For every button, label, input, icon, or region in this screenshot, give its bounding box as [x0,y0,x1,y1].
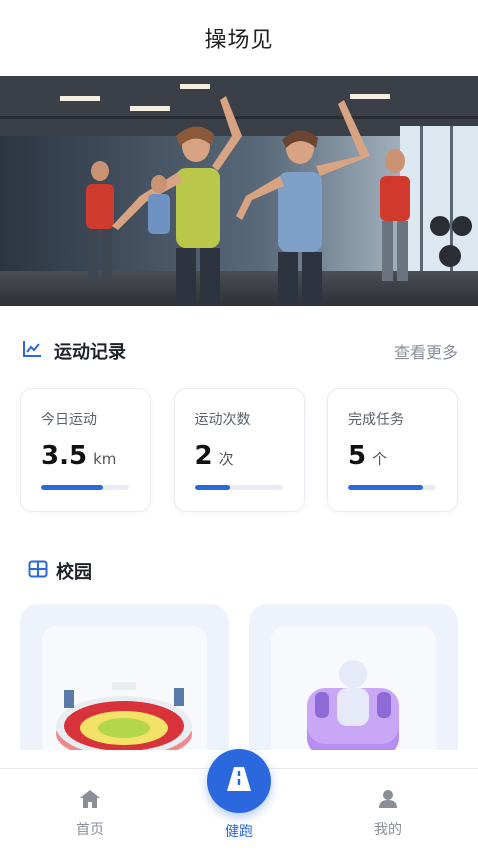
fitness-class-illustration [0,76,478,306]
record-value: 5 [348,441,367,471]
record-unit: 个 [372,450,388,468]
home-icon [79,790,101,813]
grid-icon [28,560,48,582]
records-cards: 今日运动 3.5 km 运动次数 2 次 完成任务 5 个 [20,388,458,512]
fitness-figure-icon [307,660,399,750]
stadium-icon [56,682,192,750]
tab-run[interactable] [207,749,271,813]
record-card-tasks-done[interactable]: 完成任务 5 个 [327,388,458,512]
banner-image[interactable] [0,76,478,306]
tab-run-label: 健跑 [225,824,253,840]
record-card-exercise-count[interactable]: 运动次数 2 次 [173,388,305,512]
tab-profile-label: 我的 [374,822,402,838]
record-progress-bar [348,485,436,490]
tab-home-label: 首页 [76,822,104,838]
tab-profile[interactable]: 我的 [348,789,428,839]
record-label: 今日运动 [41,412,97,428]
app-header: 操场见 [0,0,478,76]
record-card-today-distance[interactable]: 今日运动 3.5 km [20,388,151,512]
records-section-header: 运动记录 查看更多 [22,338,458,364]
road-icon [225,766,253,796]
tab-run-label-wrap[interactable]: 健跑 [199,821,279,841]
record-label: 完成任务 [348,412,404,428]
page-title: 操场见 [204,28,274,53]
campus-section-header: 校园 [28,558,458,584]
user-icon [378,790,398,813]
records-title: 运动记录 [54,342,126,363]
tab-home[interactable]: 首页 [50,789,130,839]
record-label: 运动次数 [194,412,251,428]
campus-grid [20,604,458,750]
campus-card-fitness[interactable] [249,604,458,750]
campus-title: 校园 [56,562,92,583]
chart-line-icon [22,340,42,362]
record-progress-bar [194,485,283,490]
view-more-link[interactable]: 查看更多 [394,339,458,363]
record-value: 3.5 [41,441,88,471]
record-unit: km [93,450,117,468]
campus-card-stadium[interactable] [20,604,229,750]
record-value: 2 [194,441,213,471]
record-progress-bar [41,485,129,490]
record-unit: 次 [218,450,234,468]
